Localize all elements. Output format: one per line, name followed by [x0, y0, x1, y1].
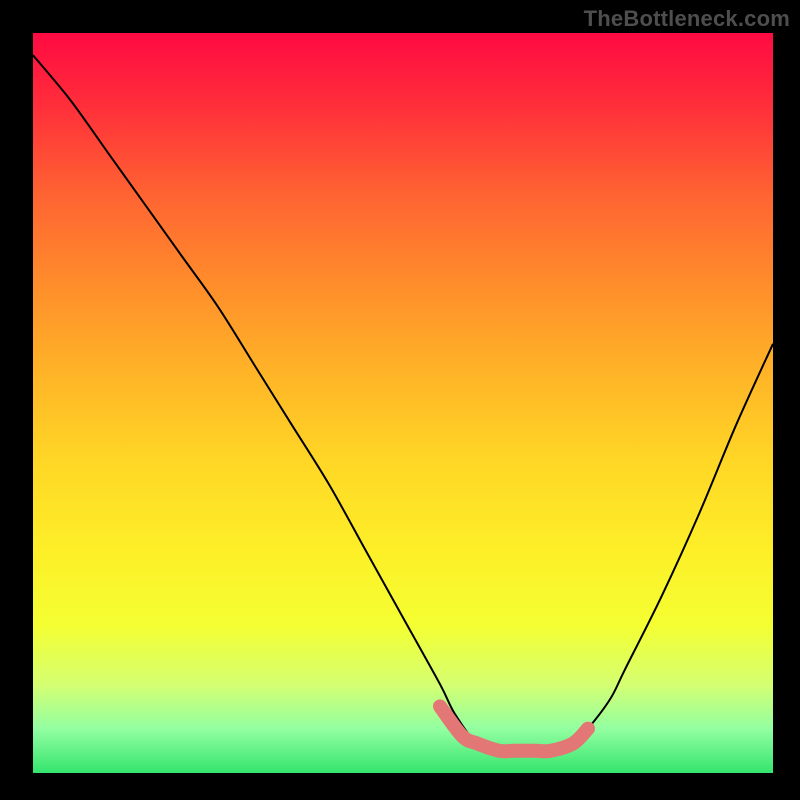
bottleneck-curve: [33, 55, 773, 751]
chart-frame: TheBottleneck.com: [0, 0, 800, 800]
watermark-text: TheBottleneck.com: [584, 6, 790, 32]
chart-svg: [33, 33, 773, 773]
good-fit-region: [440, 706, 588, 751]
chart-plot-area: [33, 33, 773, 773]
